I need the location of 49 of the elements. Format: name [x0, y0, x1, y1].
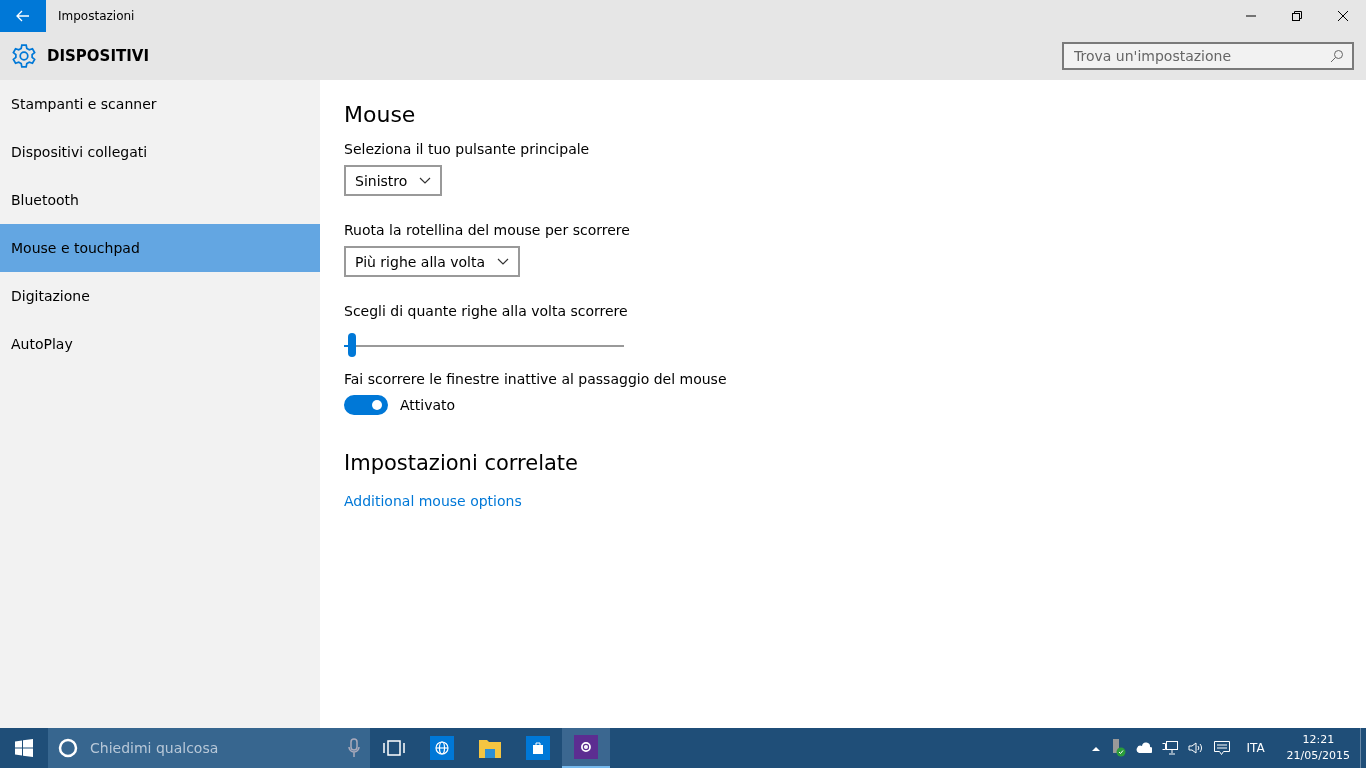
toggle-state: Attivato — [400, 397, 456, 413]
window-title: Impostazioni — [58, 9, 136, 23]
search-input[interactable]: Trova un'impostazione — [1072, 47, 1330, 65]
taskbar-search-input[interactable]: Chiedimi qualcosa — [88, 739, 338, 757]
usb-drive-icon[interactable] — [1110, 739, 1127, 757]
notification-icon[interactable] — [1214, 740, 1231, 756]
sidebar-item[interactable]: Dispositivi collegati — [0, 128, 320, 176]
section-title: DISPOSITIVI — [47, 47, 150, 65]
circle-icon[interactable] — [58, 738, 78, 758]
sidebar-item[interactable]: Digitazione — [0, 272, 320, 320]
speaker-icon[interactable] — [1188, 741, 1205, 755]
sidebar-item[interactable]: Stampanti e scanner — [0, 80, 320, 128]
chevron-down-icon — [497, 258, 509, 265]
chevron-down-icon — [419, 177, 432, 184]
toggle-switch[interactable] — [344, 395, 388, 415]
setting-label: Scegli di quante righe alla volta scorrere — [344, 303, 628, 319]
mouse-options-link[interactable]: Additional mouse options — [344, 493, 522, 509]
microphone-icon — [348, 738, 360, 758]
taskbar-search-field[interactable]: Chiedimi qualcosa — [48, 728, 370, 768]
section-heading: Impostazioni correlate — [344, 451, 578, 475]
search-icon — [1330, 49, 1344, 63]
page-title: Mouse — [344, 102, 416, 127]
sidebar-item[interactable]: Mouse e touchpad — [0, 224, 320, 272]
back-arrow-icon — [16, 10, 30, 22]
globe-icon — [430, 736, 454, 760]
folder-icon — [478, 737, 502, 759]
close-icon — [1338, 11, 1348, 21]
cloud-icon[interactable] — [1136, 742, 1153, 754]
sidebar-item[interactable]: Bluetooth — [0, 176, 320, 224]
language-indicator[interactable]: ITA — [1246, 741, 1265, 755]
sidebar-item[interactable]: AutoPlay — [0, 320, 320, 368]
network-icon[interactable] — [1162, 740, 1179, 756]
shopping-bag-icon — [526, 736, 550, 760]
task-view-icon — [383, 740, 405, 756]
setting-label: Fai scorrere le finestre inattive al passaggio del mouse — [344, 371, 727, 387]
windows-logo-icon — [15, 739, 33, 757]
clock-date: 21/05/2015 — [1286, 748, 1350, 764]
setting-label: Seleziona il tuo pulsante principale — [344, 141, 590, 157]
slider-thumb[interactable] — [348, 333, 357, 357]
settings-icon — [11, 43, 37, 69]
dropdown[interactable]: Più righe alla volta — [344, 246, 520, 277]
setting-label: Ruota la rotellina del mouse per scorrere — [344, 222, 630, 238]
taskbar-app[interactable] — [562, 728, 610, 768]
chevron-up-icon[interactable] — [1092, 745, 1101, 751]
search-field[interactable]: Trova un'impostazione — [1062, 42, 1354, 70]
restore-icon — [1292, 11, 1302, 21]
back-button[interactable] — [0, 0, 46, 32]
dropdown[interactable]: Sinistro — [344, 165, 443, 196]
clock-time: 12:21 — [1302, 732, 1335, 748]
